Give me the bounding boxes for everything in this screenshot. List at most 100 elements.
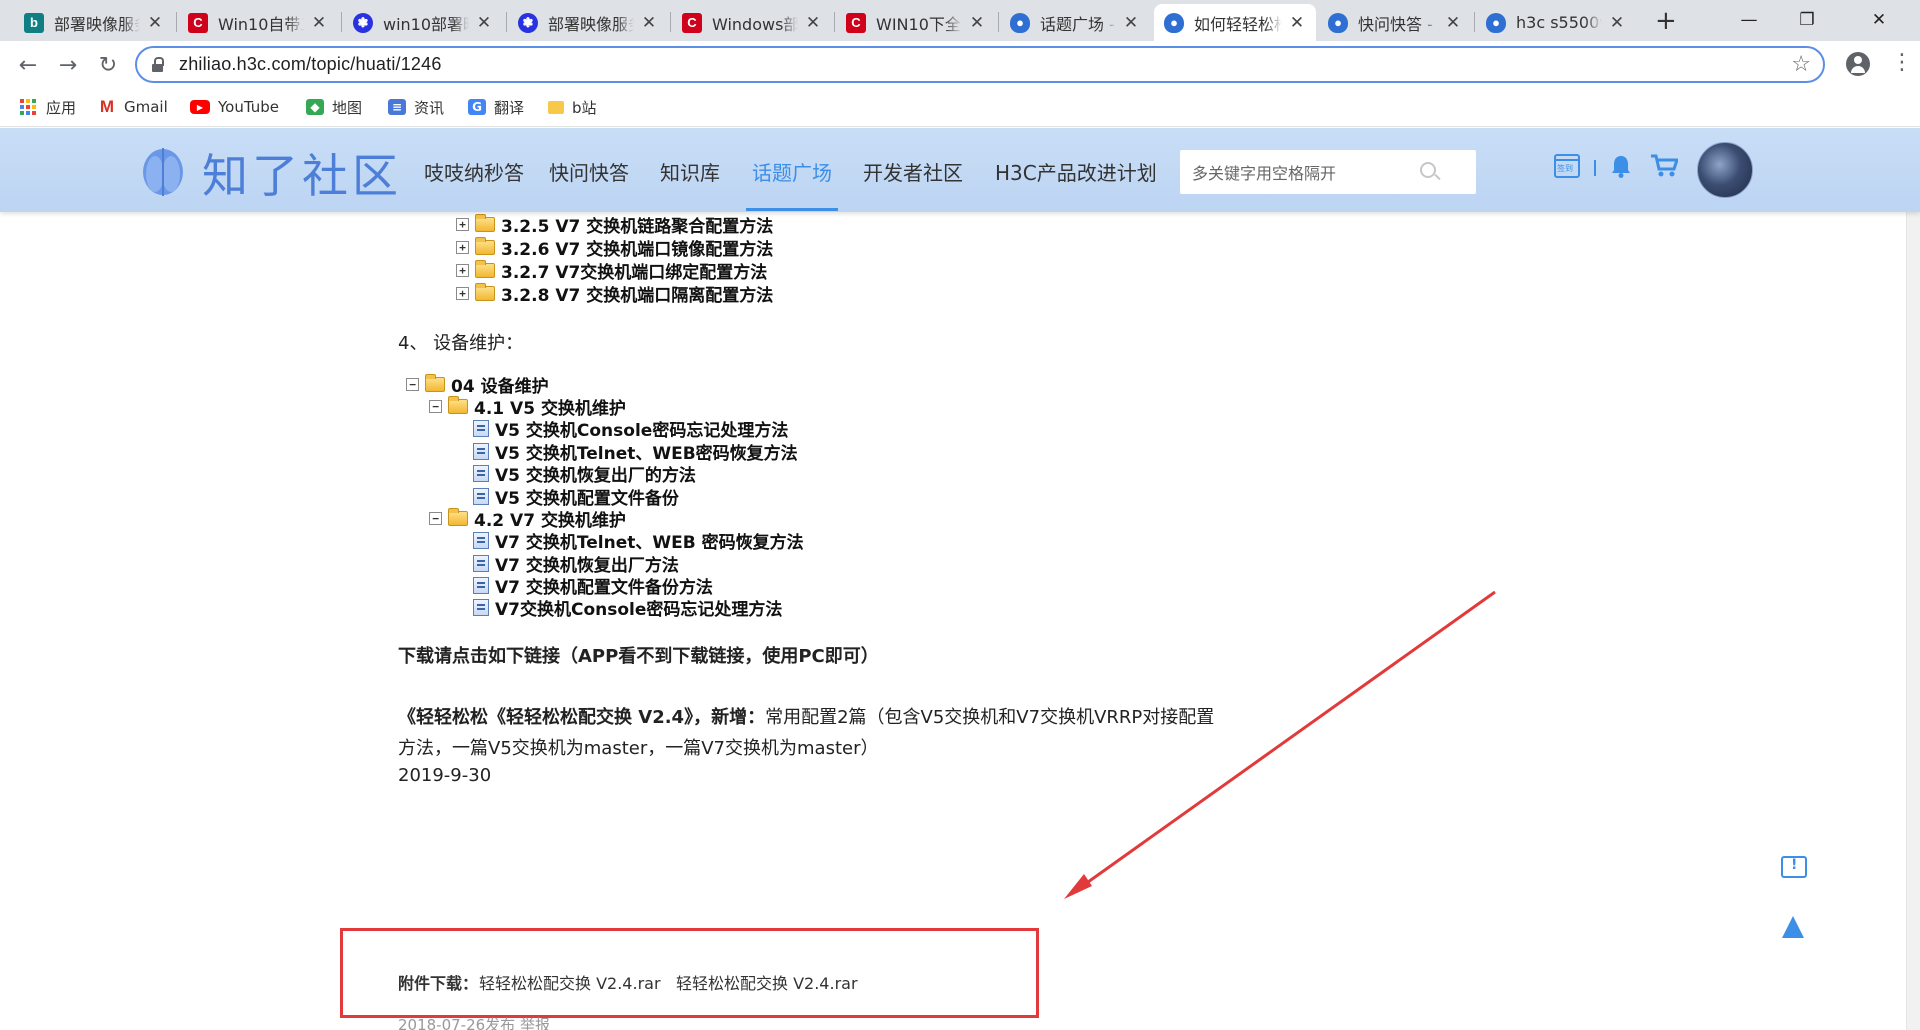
- user-avatar[interactable]: [1697, 142, 1753, 198]
- h3c-icon: ●: [1328, 12, 1348, 33]
- close-icon[interactable]: ✕: [1444, 13, 1462, 33]
- browser-tab[interactable]: ● 快问快答 - 知了 ✕: [1318, 4, 1472, 41]
- collapse-icon: −: [429, 399, 442, 413]
- bookmark-label: b站: [572, 98, 597, 117]
- close-icon[interactable]: ✕: [1288, 13, 1306, 33]
- browser-tab[interactable]: ❃ win10部署映像 ✕: [343, 4, 503, 41]
- reload-button[interactable]: ↻: [94, 51, 122, 79]
- search-icon[interactable]: [1420, 162, 1436, 178]
- word-doc-icon: [473, 419, 489, 437]
- search-placeholder: 多关键字用空格隔开: [1192, 164, 1337, 183]
- nav-knowledge[interactable]: 知识库: [660, 157, 720, 186]
- nav-kuaiwen[interactable]: 快问快答: [549, 157, 629, 186]
- browser-tab[interactable]: C Win10自带工具 ✕: [178, 4, 338, 41]
- tree-item: − 04 设备维护: [406, 373, 549, 397]
- new-tab-button[interactable]: +: [1655, 6, 1677, 36]
- browser-tab[interactable]: C Windows部署 ✕: [672, 4, 832, 41]
- close-icon[interactable]: ✕: [968, 13, 986, 33]
- expand-icon: +: [456, 263, 469, 277]
- tab-strip: b 部署映像服务和管理 ✕ C Win10自带工具 ✕ ❃ win10部署映像 …: [0, 0, 1920, 41]
- bell-icon[interactable]: [1610, 154, 1632, 178]
- browser-tab[interactable]: b 部署映像服务和管理 ✕: [14, 4, 174, 41]
- active-nav-indicator: [746, 208, 838, 211]
- maximize-button[interactable]: ❐: [1778, 2, 1836, 38]
- close-icon[interactable]: ✕: [1608, 13, 1626, 33]
- cicada-logo-icon[interactable]: [140, 142, 186, 196]
- back-button[interactable]: ←: [14, 51, 42, 79]
- page-scrollbar[interactable]: [1906, 128, 1920, 1030]
- folder-icon: [475, 213, 495, 232]
- bookmark-star-icon[interactable]: ☆: [1791, 52, 1811, 77]
- bookmark-folder[interactable]: b站: [548, 95, 597, 119]
- tab-title: 如何轻轻松松: [1194, 14, 1282, 34]
- close-icon[interactable]: ✕: [146, 13, 164, 33]
- bookmark-maps[interactable]: ◆ 地图: [306, 95, 362, 119]
- site-search-input[interactable]: 多关键字用空格隔开: [1180, 150, 1476, 194]
- close-window-button[interactable]: ✕: [1850, 2, 1908, 38]
- tree-item: + 3.2.7 V7交换机端口绑定配置方法: [456, 259, 767, 283]
- nav-topics[interactable]: 话题广场: [752, 157, 832, 186]
- expand-icon: +: [456, 240, 469, 254]
- site-logo-text[interactable]: 知了社区: [202, 140, 402, 206]
- header-divider: [1594, 160, 1596, 176]
- tree-item: + 3.2.5 V7 交换机链路聚合配置方法: [456, 213, 773, 237]
- baidu-icon: ❃: [518, 12, 538, 33]
- attachment-label: 附件下载：: [398, 974, 479, 993]
- address-bar[interactable]: zhiliao.h3c.com/topic/huati/1246 ☆: [135, 46, 1825, 83]
- word-doc-icon: [473, 487, 489, 505]
- back-to-top-icon[interactable]: [1782, 916, 1804, 938]
- browser-tab[interactable]: ❃ 部署映像服务和管理 ✕: [508, 4, 668, 41]
- tree-item: V5 交换机Telnet、WEB密码恢复方法: [473, 440, 798, 464]
- nav-improvement[interactable]: H3C产品改进计划: [995, 157, 1157, 186]
- cart-icon[interactable]: [1650, 154, 1678, 178]
- nav-developer[interactable]: 开发者社区: [863, 157, 963, 186]
- browser-toolbar: ← → ↻ zhiliao.h3c.com/topic/huati/1246 ☆: [0, 41, 1920, 89]
- browser-tab[interactable]: ● h3c s5500v ✕: [1476, 4, 1636, 41]
- tree-item: V7 交换机Telnet、WEB 密码恢复方法: [473, 529, 804, 553]
- update-detail: 常用配置2篇（包含V5交换机和V7交换机VRRP对接配置: [765, 707, 1215, 728]
- apps-icon: [20, 99, 38, 115]
- browser-tab[interactable]: C WIN10下全 ✕: [836, 4, 996, 41]
- bookmark-translate[interactable]: G 翻译: [468, 95, 524, 119]
- word-doc-icon: [473, 598, 489, 616]
- tree-item: V7 交换机恢复出厂方法: [473, 552, 679, 576]
- bookmark-gmail[interactable]: M Gmail: [98, 95, 168, 119]
- bookmark-youtube[interactable]: ▶ YouTube: [190, 95, 279, 119]
- word-doc-icon: [473, 554, 489, 572]
- attachment-link[interactable]: 轻轻松松配交换 V2.4.rar: [676, 970, 858, 994]
- bookmark-label: YouTube: [218, 98, 279, 116]
- update-title: 《轻轻松松《轻轻松松配交换 V2.4》，新增：: [398, 707, 766, 728]
- profile-icon[interactable]: [1846, 52, 1870, 76]
- bookmark-apps[interactable]: 应用: [20, 95, 76, 119]
- folder-icon: [475, 282, 495, 301]
- tree-item: + 3.2.6 V7 交换机端口镜像配置方法: [456, 236, 773, 260]
- tree-item: V7 交换机配置文件备份方法: [473, 574, 713, 598]
- tree-item: − 4.2 V7 交换机维护: [429, 507, 626, 531]
- youtube-icon: ▶: [190, 100, 210, 114]
- browser-tab[interactable]: ● 话题广场 - 知了社区 ✕: [1000, 4, 1150, 41]
- close-icon[interactable]: ✕: [310, 13, 328, 33]
- site-header: 知了社区 吱吱纳秒答 快问快答 知识库 话题广场 开发者社区 H3C产品改进计划…: [0, 128, 1920, 212]
- folder-icon: [448, 507, 468, 526]
- minimize-button[interactable]: —: [1720, 2, 1778, 38]
- tab-title: 快问快答 - 知了: [1358, 14, 1438, 34]
- close-icon[interactable]: ✕: [475, 13, 493, 33]
- attachment-link[interactable]: 轻轻松松配交换 V2.4.rar: [479, 970, 661, 994]
- browser-tab-active[interactable]: ● 如何轻轻松松 ✕: [1154, 4, 1316, 41]
- lock-icon[interactable]: [151, 56, 165, 73]
- bing-icon: b: [24, 12, 44, 33]
- h3c-icon: ●: [1486, 12, 1506, 33]
- feedback-icon[interactable]: [1781, 856, 1807, 878]
- news-icon: ≡: [388, 99, 406, 115]
- checkin-calendar-icon[interactable]: 签到: [1554, 154, 1580, 178]
- menu-icon[interactable]: ⋮: [1891, 50, 1913, 75]
- close-icon[interactable]: ✕: [640, 13, 658, 33]
- tree-item: − 4.1 V5 交换机维护: [429, 395, 626, 419]
- bookmark-news[interactable]: ≡ 资讯: [388, 95, 444, 119]
- url-text[interactable]: zhiliao.h3c.com/topic/huati/1246: [179, 54, 442, 75]
- tab-title: Windows部署: [712, 14, 798, 34]
- nav-zhizhi[interactable]: 吱吱纳秒答: [424, 157, 524, 186]
- close-icon[interactable]: ✕: [804, 13, 822, 33]
- close-icon[interactable]: ✕: [1122, 13, 1140, 33]
- forward-button[interactable]: →: [54, 51, 82, 79]
